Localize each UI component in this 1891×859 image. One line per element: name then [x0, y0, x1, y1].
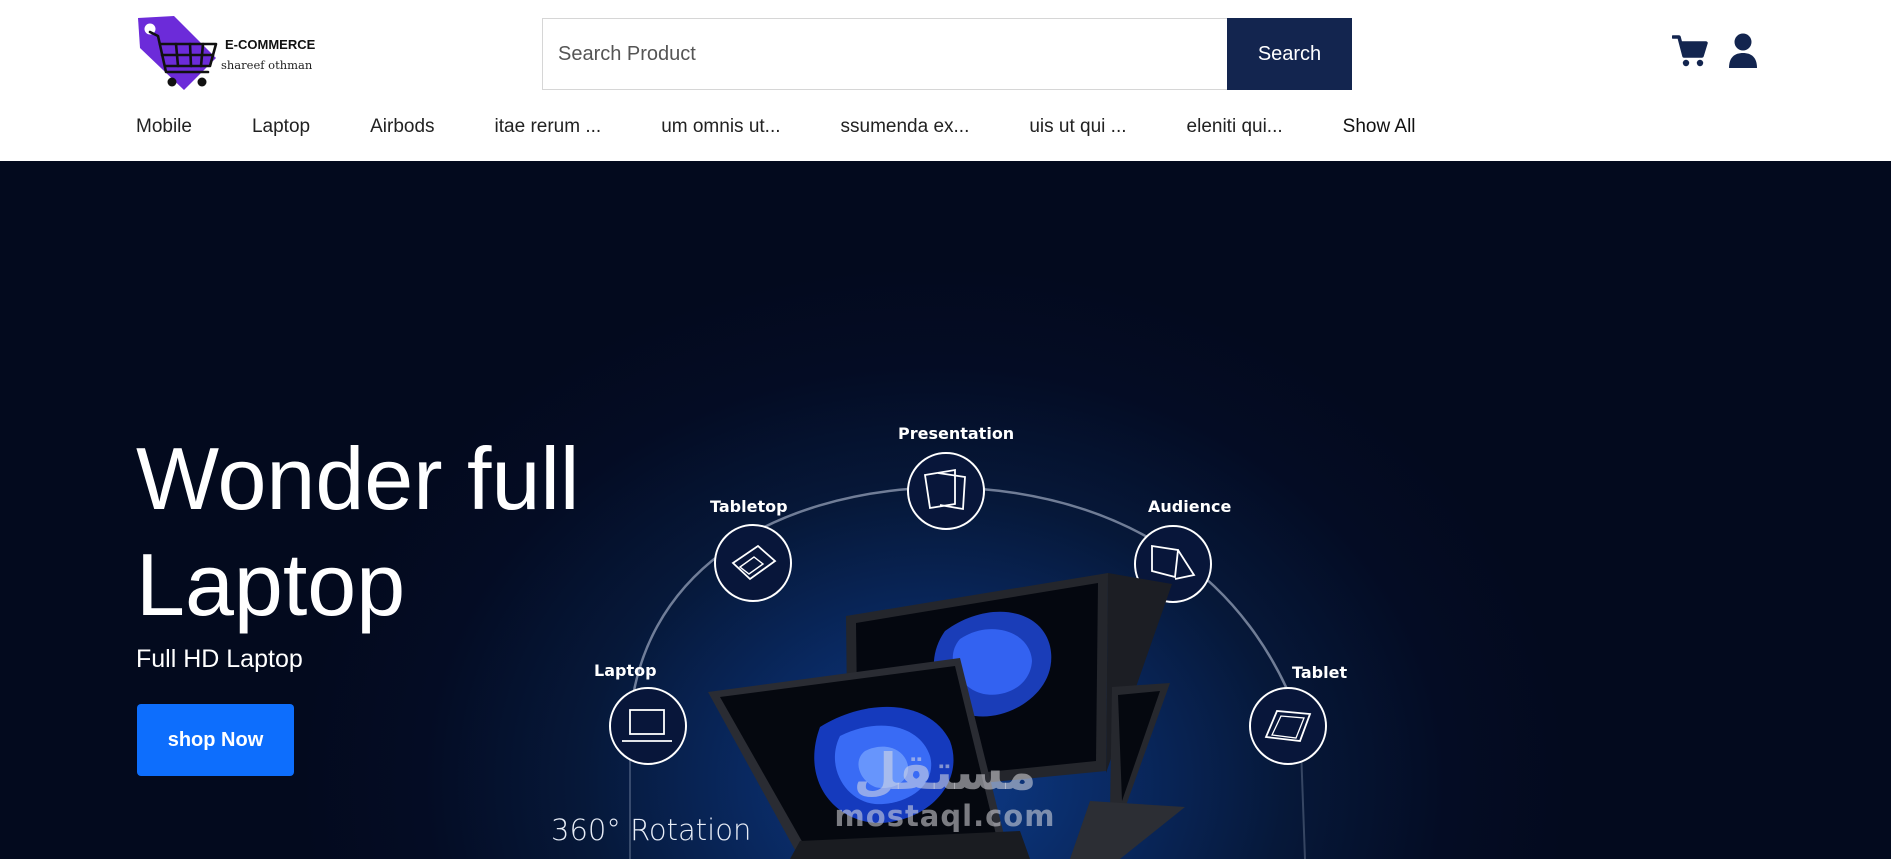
search-bar: Search: [542, 18, 1352, 90]
shopping-cart-tag-logo-icon: [138, 16, 218, 90]
tabletop-mode-icon: [714, 524, 792, 602]
hero-subtitle: Full HD Laptop: [136, 645, 303, 673]
nav-item-category-6[interactable]: ssumenda ex...: [841, 116, 970, 138]
rotation-caption: 360° Rotation: [551, 813, 752, 847]
nav-item-show-all[interactable]: Show All: [1343, 116, 1416, 138]
nav-item-laptop[interactable]: Laptop: [252, 116, 310, 138]
category-nav: Mobile Laptop Airbods itae rerum ... um …: [136, 115, 1416, 139]
search-input[interactable]: [542, 18, 1227, 90]
search-button[interactable]: Search: [1227, 18, 1352, 90]
nav-item-mobile[interactable]: Mobile: [136, 116, 192, 138]
hero-title-line-2: Laptop: [136, 535, 406, 634]
nav-item-airbods[interactable]: Airbods: [370, 116, 434, 138]
hero-title: Wonder full Laptop: [136, 426, 656, 638]
site-header: E-COMMERCE shareef othman Search Mobile …: [0, 0, 1891, 161]
presentation-mode-icon: [907, 452, 985, 530]
watermark-arabic: مستقل: [853, 743, 1037, 801]
mode-label-presentation: Presentation: [898, 424, 1014, 443]
mode-label-tabletop: Tabletop: [710, 497, 788, 516]
mode-label-tablet: Tablet: [1292, 663, 1347, 682]
user-icon[interactable]: [1728, 33, 1758, 69]
hero-title-line-1: Wonder full: [136, 429, 580, 528]
tablet-mode-icon: [1249, 687, 1327, 765]
brand-logo[interactable]: E-COMMERCE shareef othman: [136, 14, 326, 94]
brand-subtitle: shareef othman: [221, 58, 313, 72]
mode-label-audience: Audience: [1148, 497, 1231, 516]
nav-item-category-8[interactable]: eleniti qui...: [1187, 116, 1283, 138]
nav-item-category-7[interactable]: uis ut qui ...: [1029, 116, 1126, 138]
nav-item-category-4[interactable]: itae rerum ...: [495, 116, 602, 138]
watermark-english: mostaql.com: [834, 799, 1056, 833]
brand-title: E-COMMERCE: [225, 37, 316, 52]
cart-icon[interactable]: [1672, 34, 1708, 68]
watermark: مستقل mostaql.com: [830, 743, 1060, 831]
mode-label-laptop: Laptop: [594, 661, 657, 680]
nav-item-category-5[interactable]: um omnis ut...: [661, 116, 780, 138]
hero-banner: Laptop Tabletop Presentation Audience Ta…: [0, 161, 1891, 859]
laptop-mode-icon: [609, 687, 687, 765]
shop-now-button[interactable]: shop Now: [137, 704, 294, 776]
